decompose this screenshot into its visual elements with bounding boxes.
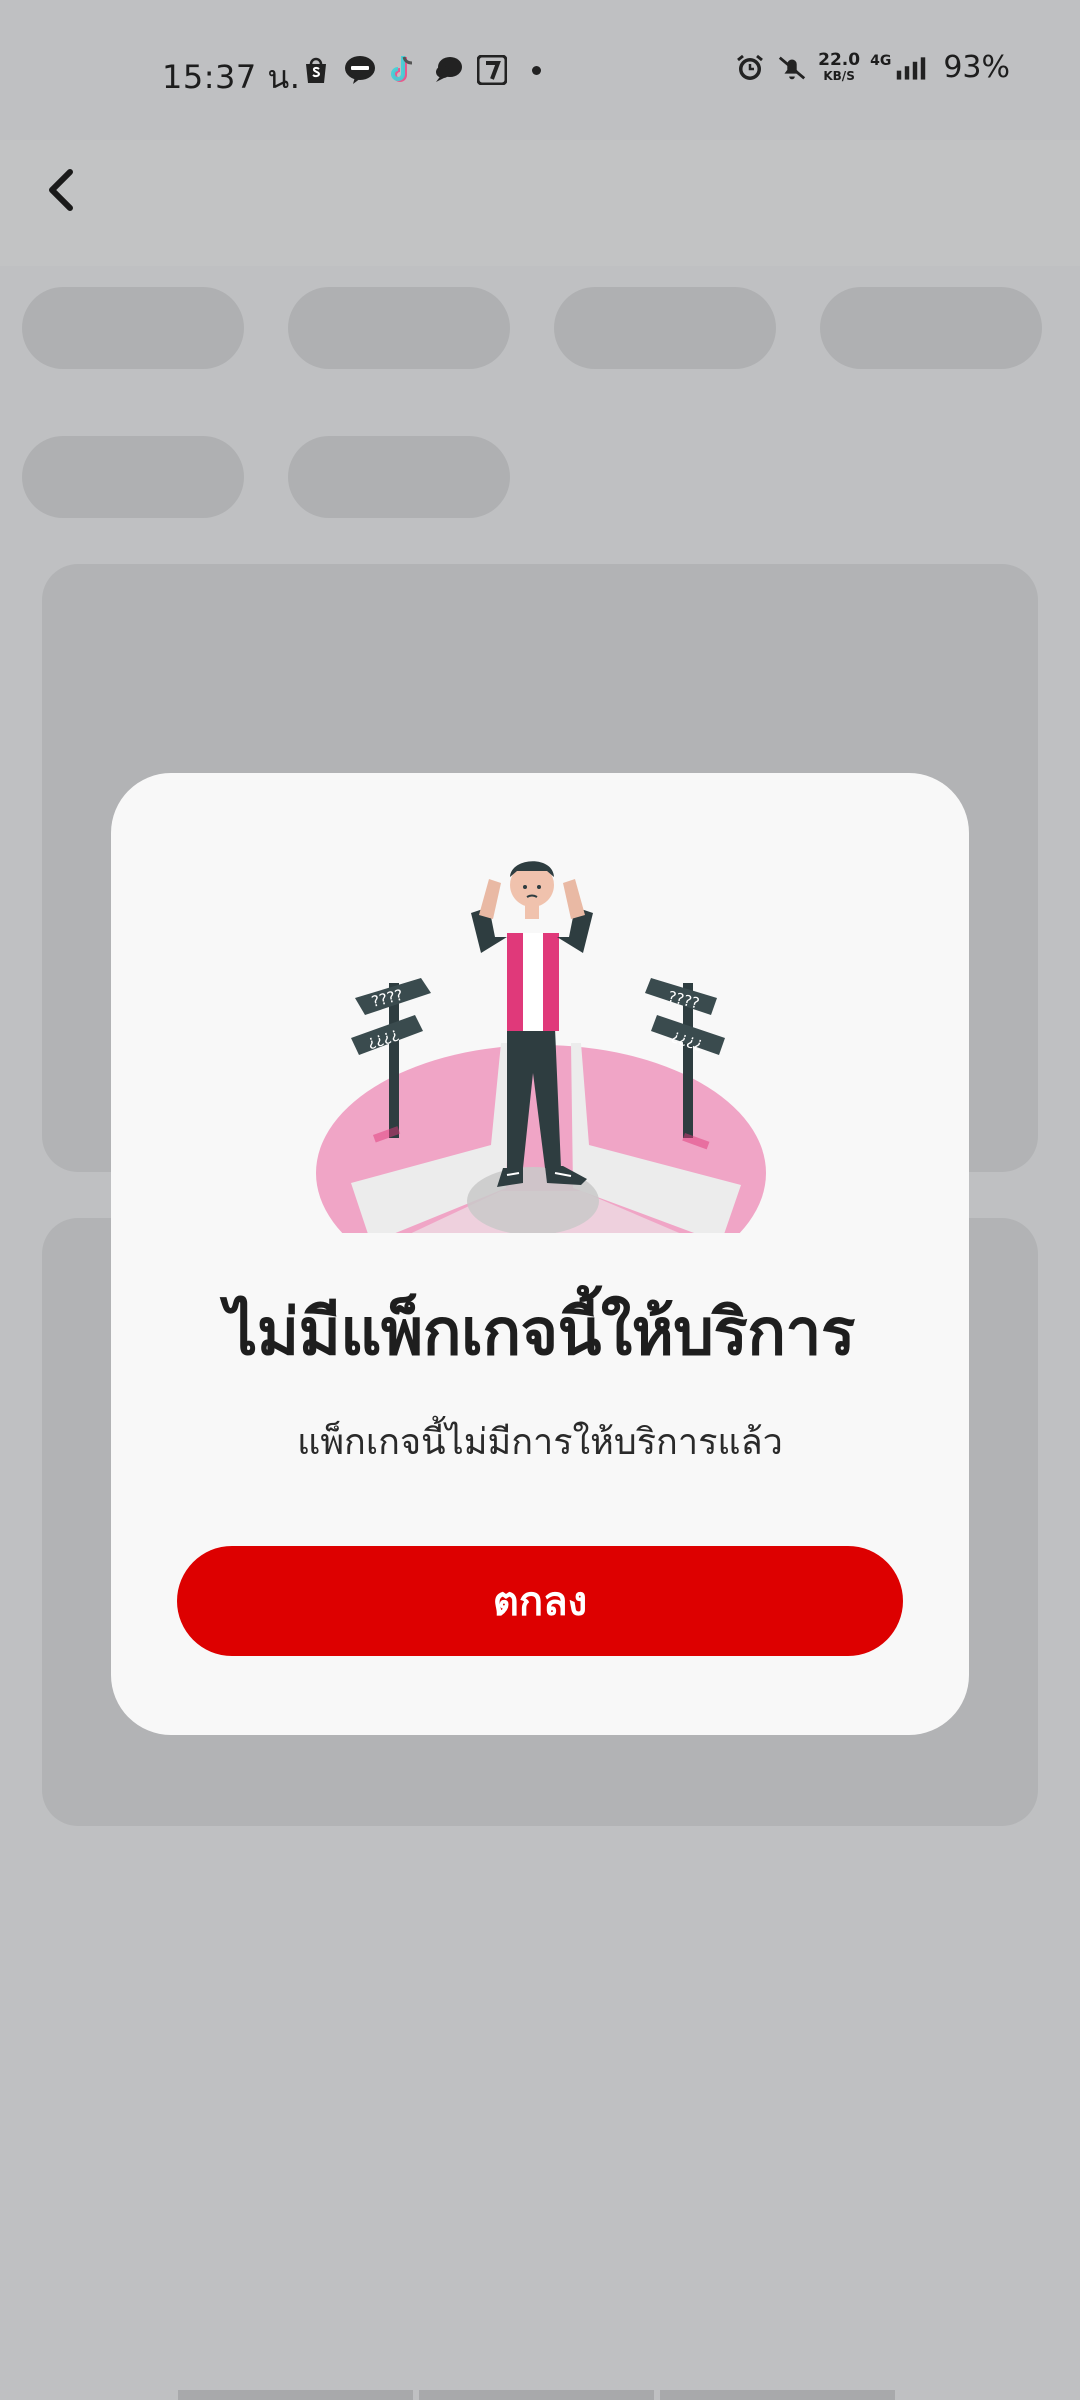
package-unavailable-dialog: ???? ¿¿¿¿ ???? ¿¿¿¿ ไม่มีแพ็กเกจนี้ให้บร… <box>111 773 969 1735</box>
skeleton-tab <box>660 2390 895 2400</box>
battery-level: 93% <box>943 50 1010 85</box>
net-speed-unit: KB/S <box>823 68 855 83</box>
ok-button[interactable]: ตกลง <box>177 1546 903 1656</box>
skeleton-chip <box>288 287 510 369</box>
svg-text:????: ???? <box>666 987 701 1012</box>
shopee-icon <box>300 54 332 86</box>
back-button[interactable] <box>36 162 92 218</box>
seven-eleven-icon <box>476 54 508 86</box>
more-notifications-dot <box>532 65 541 75</box>
app-header <box>0 140 1080 266</box>
dialog-title: ไม่มีแพ็กเกจนี้ให้บริการ <box>225 1296 855 1370</box>
mute-icon <box>776 52 808 84</box>
signal-icon <box>895 52 927 84</box>
skeleton-chip <box>22 436 244 518</box>
tiktok-icon <box>388 54 420 86</box>
skeleton-bottom-bar <box>178 2390 895 2400</box>
line-icon <box>344 54 376 86</box>
chevron-left-icon <box>49 169 73 211</box>
skeleton-tab <box>419 2390 654 2400</box>
skeleton-tab <box>178 2390 413 2400</box>
dialog-message: แพ็กเกจนี้ไม่มีการให้บริการแล้ว <box>297 1422 783 1463</box>
status-bar: 15:37 น. 22.0 KB/S 4G 93% <box>0 0 1080 140</box>
confused-person-crossroads-illustration: ???? ¿¿¿¿ ???? ¿¿¿¿ <box>316 861 766 1233</box>
net-speed-value: 22.0 <box>818 49 861 70</box>
chat-icon <box>432 54 464 86</box>
network-type: 4G <box>870 52 892 69</box>
skeleton-chip <box>820 287 1042 369</box>
alarm-icon <box>734 52 766 84</box>
skeleton-chip <box>554 287 776 369</box>
skeleton-chip <box>22 287 244 369</box>
net-speed: 22.0 KB/S <box>818 49 861 84</box>
notification-icons <box>300 54 541 86</box>
skeleton-chip <box>288 436 510 518</box>
system-icons: 22.0 KB/S 4G 93% <box>734 50 1010 85</box>
status-time: 15:37 น. <box>162 58 301 96</box>
sign-text-top: ???? <box>370 986 405 1011</box>
